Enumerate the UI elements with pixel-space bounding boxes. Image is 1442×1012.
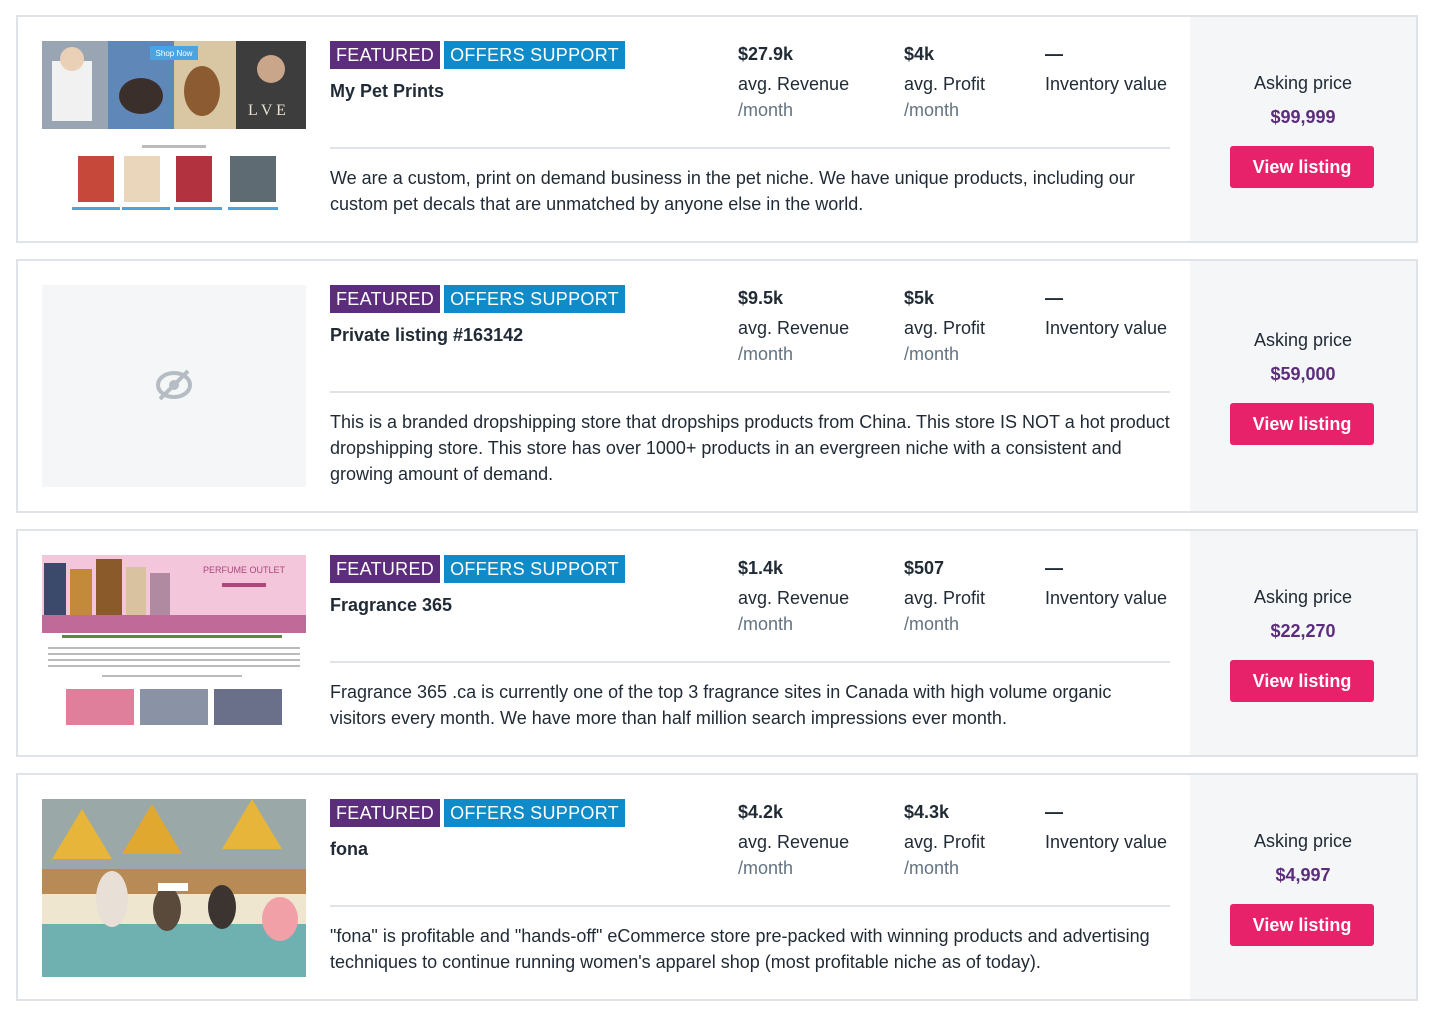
price-panel: Asking price $22,270 View listing (1190, 531, 1416, 755)
asking-price-label: Asking price (1253, 831, 1353, 851)
asking-price-label: Asking price (1253, 73, 1353, 93)
view-listing-button[interactable]: View listing (1230, 146, 1374, 188)
inventory-value: — (1045, 44, 1063, 64)
inventory-value: — (1045, 802, 1063, 822)
revenue-period: /month (738, 614, 794, 634)
listing-card: FEATURED OFFERS SUPPORT fona $4.2k avg. … (16, 773, 1418, 1001)
shop-now-label: Shop Now (156, 49, 193, 58)
profit-period: /month (904, 858, 960, 878)
revenue-label: avg. Revenue (738, 318, 850, 338)
inventory-metric: — Inventory value (1045, 799, 1167, 855)
offers-support-badge: OFFERS SUPPORT (444, 41, 625, 69)
perfume-outlet-label: PERFUME OUTLET (203, 565, 286, 575)
featured-badge: FEATURED (330, 799, 441, 827)
featured-badge: FEATURED (330, 41, 441, 69)
offers-support-badge: OFFERS SUPPORT (444, 285, 625, 313)
revenue-label: avg. Revenue (738, 832, 850, 852)
profit-value: $507 (904, 558, 945, 578)
revenue-value: $9.5k (738, 288, 784, 308)
inventory-value: — (1045, 558, 1063, 578)
asking-price-value: $22,270 (1270, 621, 1336, 641)
listing-card: L V E Shop Now FEATURED OFFERS SUPPORT M… (16, 15, 1418, 243)
revenue-metric: $4.2k avg. Revenue /month (738, 799, 849, 881)
profit-value: $4.3k (904, 802, 950, 822)
price-panel: Asking price $59,000 View listing (1190, 261, 1416, 511)
listing-thumbnail[interactable]: L V E Shop Now (42, 41, 306, 219)
listing-thumbnail[interactable] (42, 285, 306, 487)
profit-value: $4k (904, 44, 935, 64)
profit-period: /month (904, 100, 960, 120)
offers-support-badge: OFFERS SUPPORT (444, 799, 625, 827)
profit-period: /month (904, 344, 960, 364)
asking-price-label: Asking price (1253, 330, 1353, 350)
divider (330, 147, 1170, 149)
eye-slash-icon (156, 369, 192, 401)
fragrance-image: PERFUME OUTLET (42, 555, 306, 733)
inventory-value: — (1045, 288, 1063, 308)
inventory-label: Inventory value (1045, 318, 1168, 338)
view-listing-button[interactable]: View listing (1230, 660, 1374, 702)
asking-price-value: $99,999 (1270, 107, 1336, 127)
profit-period: /month (904, 614, 960, 634)
listing-card: PERFUME OUTLET FEATURED OFFERS SUPPORT F… (16, 529, 1418, 757)
inventory-label: Inventory value (1045, 74, 1168, 94)
profit-metric: $507 avg. Profit /month (904, 555, 985, 637)
divider (330, 661, 1170, 663)
inventory-metric: — Inventory value (1045, 285, 1167, 341)
asking-price-value: $59,000 (1270, 364, 1336, 384)
svg-text:L V E: L V E (248, 102, 286, 119)
profit-label: avg. Profit (904, 318, 986, 338)
listing-title[interactable]: Private listing #163142 (330, 325, 523, 346)
revenue-metric: $27.9k avg. Revenue /month (738, 41, 849, 123)
inventory-metric: — Inventory value (1045, 41, 1167, 97)
listing-description: We are a custom, print on demand busines… (330, 168, 1135, 214)
revenue-value: $1.4k (738, 558, 784, 578)
divider (330, 905, 1170, 907)
revenue-period: /month (738, 344, 794, 364)
price-panel: Asking price $99,999 View listing (1190, 17, 1416, 241)
profit-metric: $4k avg. Profit /month (904, 41, 985, 123)
profit-value: $5k (904, 288, 935, 308)
price-panel: Asking price $4,997 View listing (1190, 775, 1416, 999)
profit-metric: $4.3k avg. Profit /month (904, 799, 985, 881)
profit-label: avg. Profit (904, 832, 986, 852)
revenue-value: $4.2k (738, 802, 784, 822)
revenue-period: /month (738, 858, 794, 878)
asking-price-value: $4,997 (1275, 865, 1331, 885)
listing-description: Fragrance 365 .ca is currently one of th… (330, 682, 1112, 728)
revenue-label: avg. Revenue (738, 74, 850, 94)
revenue-metric: $9.5k avg. Revenue /month (738, 285, 849, 367)
listing-title[interactable]: fona (330, 839, 368, 860)
view-listing-button[interactable]: View listing (1230, 403, 1374, 445)
view-listing-button[interactable]: View listing (1230, 904, 1374, 946)
fona-image (42, 799, 306, 977)
inventory-metric: — Inventory value (1045, 555, 1167, 611)
asking-price-label: Asking price (1253, 587, 1353, 607)
revenue-metric: $1.4k avg. Revenue /month (738, 555, 849, 637)
inventory-label: Inventory value (1045, 832, 1168, 852)
inventory-label: Inventory value (1045, 588, 1168, 608)
revenue-period: /month (738, 100, 794, 120)
featured-badge: FEATURED (330, 555, 441, 583)
featured-badge: FEATURED (330, 285, 441, 313)
listing-card: FEATURED OFFERS SUPPORT Private listing … (16, 259, 1418, 513)
revenue-value: $27.9k (738, 44, 794, 64)
listing-title[interactable]: Fragrance 365 (330, 595, 452, 616)
listing-thumbnail[interactable] (42, 799, 306, 977)
offers-support-badge: OFFERS SUPPORT (444, 555, 625, 583)
pet-prints-image: L V E Shop Now (42, 41, 306, 219)
listing-description: This is a branded dropshipping store tha… (330, 412, 1170, 484)
listing-thumbnail[interactable]: PERFUME OUTLET (42, 555, 306, 733)
profit-label: avg. Profit (904, 74, 986, 94)
listing-title[interactable]: My Pet Prints (330, 81, 444, 102)
listing-description: "fona" is profitable and "hands-off" eCo… (330, 926, 1150, 972)
profit-metric: $5k avg. Profit /month (904, 285, 985, 367)
profit-label: avg. Profit (904, 588, 986, 608)
revenue-label: avg. Revenue (738, 588, 850, 608)
divider (330, 391, 1170, 393)
